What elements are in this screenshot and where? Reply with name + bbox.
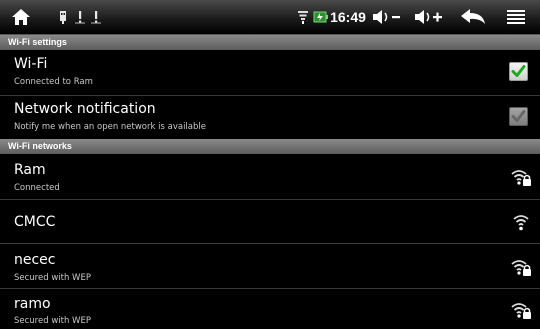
network-notification-checkbox[interactable] <box>509 107 528 126</box>
status-bar: 16:49 <box>0 0 540 35</box>
wifi-checkbox[interactable] <box>509 62 528 81</box>
wifi-toggle-row[interactable]: Wi-Fi Connected to Ram <box>0 50 540 95</box>
section-header-wifi-settings: Wi-Fi settings <box>0 35 540 50</box>
volume-down-icon[interactable] <box>371 0 403 34</box>
checkmark-icon <box>511 65 526 77</box>
warning-icon <box>74 0 86 34</box>
wifi-summary: Connected to Ram <box>14 77 93 87</box>
home-icon[interactable] <box>8 0 34 34</box>
network-item[interactable]: Ram Connected <box>0 154 540 199</box>
network-ssid: CMCC <box>14 214 56 230</box>
section-header-wifi-networks: Wi-Fi networks <box>0 139 540 154</box>
network-notification-title: Network notification <box>14 101 156 117</box>
menu-icon[interactable] <box>503 0 529 34</box>
clock: 16:49 <box>330 9 366 25</box>
back-icon[interactable] <box>457 0 489 34</box>
wifi-locked-icon <box>511 170 531 186</box>
network-item[interactable]: ramo Secured with WEP <box>0 289 540 329</box>
volume-up-icon[interactable] <box>413 0 445 34</box>
battery-icon <box>312 0 328 34</box>
wifi-icon <box>296 0 310 34</box>
warning-icon <box>90 0 102 34</box>
network-status: Secured with WEP <box>14 316 91 326</box>
network-ssid: Ram <box>14 162 46 178</box>
network-status: Connected <box>14 183 60 193</box>
network-ssid: ramo <box>14 296 51 312</box>
wifi-open-icon <box>513 215 529 231</box>
network-notification-row[interactable]: Network notification Notify me when an o… <box>0 96 540 138</box>
network-notification-summary: Notify me when an open network is availa… <box>14 122 206 132</box>
usb-icon <box>56 0 70 34</box>
wifi-locked-icon <box>511 303 531 319</box>
network-ssid: necec <box>14 252 56 268</box>
network-status: Secured with WEP <box>14 273 91 283</box>
checkmark-icon <box>511 110 526 122</box>
network-item[interactable]: necec Secured with WEP <box>0 244 540 288</box>
wifi-title: Wi-Fi <box>14 56 48 72</box>
network-item[interactable]: CMCC <box>0 200 540 243</box>
wifi-locked-icon <box>511 260 531 276</box>
